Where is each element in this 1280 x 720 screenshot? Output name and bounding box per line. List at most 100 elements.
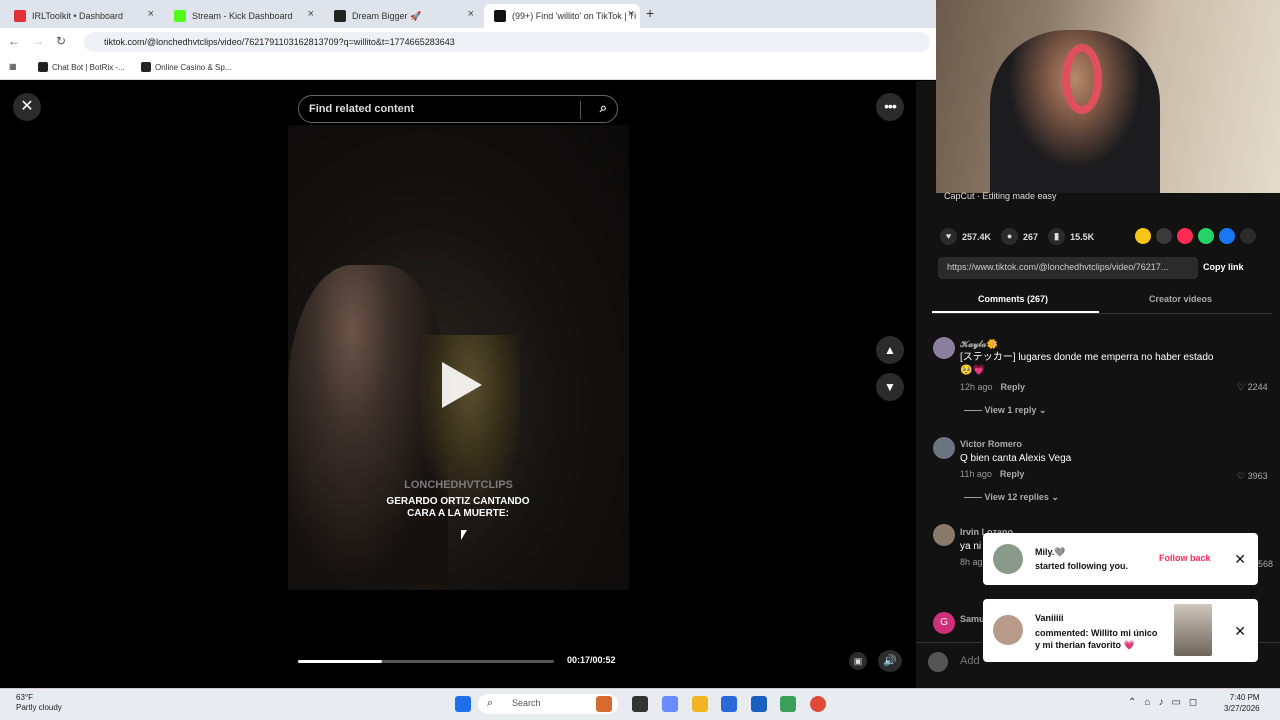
tab-label: IRLToolkit • Dashboard — [32, 11, 124, 21]
avatar[interactable] — [933, 337, 955, 359]
tab-dream-bigger[interactable]: Dream Bigger 🚀 × — [324, 4, 480, 28]
tab-kick-dashboard[interactable]: Stream - Kick Dashboard × — [164, 4, 320, 28]
tab-irltoolkit[interactable]: IRLToolkit • Dashboard × — [4, 4, 160, 28]
search-input[interactable]: Find related content ⌕ — [298, 95, 618, 123]
reload-icon[interactable]: ↻ — [56, 34, 66, 48]
comment-input[interactable]: Add — [960, 655, 980, 667]
tab-comments[interactable]: Comments (267) — [978, 294, 1048, 304]
close-tab-icon[interactable]: × — [468, 8, 474, 20]
comment-like-count: 2244 — [1247, 382, 1268, 392]
comment-user[interactable]: Samu — [960, 614, 985, 624]
share-buttons — [1135, 228, 1256, 244]
apps-grid-icon[interactable]: ▦ — [9, 62, 17, 71]
share-link-field[interactable]: https://www.tiktok.com/@lonchedhvtclips/… — [938, 257, 1198, 279]
previous-video-button[interactable]: ▲ — [876, 336, 904, 364]
comment-notification[interactable]: Vaniiiii commented: Willito mi único y m… — [983, 599, 1258, 662]
follow-notification[interactable]: Mily.🩶 started following you. Follow bac… — [983, 533, 1258, 585]
progress-fill — [298, 660, 383, 663]
back-icon[interactable]: ← — [8, 34, 20, 48]
avatar[interactable] — [933, 524, 955, 546]
like-stat[interactable]: ♥ 257.4K — [940, 228, 991, 245]
search-icon: ⌕ — [487, 697, 494, 709]
copilot-icon[interactable] — [662, 696, 678, 712]
float-player-icon[interactable]: ▣ — [849, 652, 867, 670]
search-divider — [580, 101, 581, 119]
view-replies-button[interactable]: —— View 1 reply ⌄ — [964, 405, 1046, 416]
comment-likes[interactable]: ♡ 3963 — [1237, 471, 1268, 482]
copy-link-button[interactable]: Copy link — [1203, 262, 1244, 272]
video-time: 00:17/00:52 — [567, 655, 616, 665]
comment-likes[interactable]: ♡ 2244 — [1237, 382, 1268, 393]
progress-bar[interactable] — [298, 660, 554, 663]
close-icon[interactable]: ✕ — [1234, 551, 1246, 568]
task-view-icon[interactable] — [632, 696, 648, 712]
taskbar-search-label: Search — [512, 698, 541, 708]
close-tab-icon[interactable]: × — [628, 8, 634, 20]
my-avatar — [928, 652, 948, 672]
weather-widget[interactable]: 63°F Partly cloudy — [16, 693, 62, 713]
forward-icon[interactable]: → — [32, 34, 44, 48]
like-count: 257.4K — [962, 231, 992, 242]
comment-user[interactable]: 𝒦𝒶𝓎𝓁𝒶🌼 — [960, 339, 998, 350]
url-field[interactable]: tiktok.com/@lonchedhvtclips/video/762179… — [84, 32, 930, 52]
battery-icon[interactable]: ▭ — [1171, 697, 1180, 708]
network-icon[interactable]: ⌂ — [1144, 697, 1150, 708]
outlook-icon[interactable] — [751, 696, 767, 712]
clock[interactable]: 7:40 PM 3/27/2026 — [1224, 692, 1260, 714]
chevron-up-icon[interactable]: ⌃ — [1128, 697, 1136, 708]
tab-creator-videos[interactable]: Creator videos — [1149, 294, 1212, 304]
share-arrow-icon[interactable] — [1240, 228, 1256, 244]
comment-line: 🥺💗 — [960, 365, 985, 376]
bookmark-icon: ▮ — [1048, 228, 1066, 245]
volume-icon[interactable]: ♪ — [1158, 697, 1163, 708]
comment-like-count: 3963 — [1247, 471, 1268, 481]
clock-date: 3/27/2026 — [1224, 704, 1260, 713]
close-button[interactable]: ✕ — [13, 93, 41, 121]
notification-user: Mily.🩶 — [1035, 547, 1066, 557]
tab-tiktok[interactable]: (99+) Find 'willito' on TikTok | Ti × — [484, 4, 640, 28]
video-caption: GERARDO ORTIZ CANTANDO CARA A LA MUERTE: — [370, 496, 546, 520]
close-tab-icon[interactable]: × — [148, 8, 154, 20]
botrix-icon — [38, 62, 48, 72]
windows-start-icon[interactable] — [455, 696, 471, 712]
store-icon[interactable] — [721, 696, 737, 712]
facebook-icon[interactable] — [1219, 228, 1235, 244]
file-explorer-icon[interactable] — [692, 696, 708, 712]
play-icon[interactable] — [442, 362, 482, 408]
close-tab-icon[interactable]: × — [308, 8, 314, 20]
embed-icon[interactable] — [1156, 228, 1172, 244]
reply-button[interactable]: Reply — [1001, 382, 1026, 392]
view-replies-button[interactable]: —— View 12 replies ⌄ — [964, 492, 1059, 503]
save-stat[interactable]: ▮ 15.5K — [1048, 228, 1094, 245]
avatar[interactable] — [933, 437, 955, 459]
comment-stat[interactable]: ● 267 — [1001, 228, 1038, 245]
save-count: 15.5K — [1070, 231, 1095, 242]
volume-icon[interactable]: 🔊 — [878, 650, 902, 672]
notification-icon[interactable]: ◻ — [1189, 697, 1197, 708]
whatsapp-icon[interactable] — [1198, 228, 1214, 244]
comment-like-count: 568 — [1258, 559, 1274, 569]
browser-tab-bar: IRLToolkit • Dashboard × Stream - Kick D… — [0, 0, 936, 28]
new-tab-button[interactable]: + — [646, 5, 654, 21]
search-icon[interactable]: ⌕ — [600, 100, 607, 116]
comment-meta: 12h ago Reply — [960, 382, 1025, 392]
more-options-button[interactable]: ••• — [876, 93, 904, 121]
clock-time: 7:40 PM — [1229, 693, 1260, 702]
send-icon[interactable] — [1177, 228, 1193, 244]
chrome-icon[interactable] — [810, 696, 826, 712]
reply-button[interactable]: Reply — [1000, 469, 1025, 479]
avatar[interactable]: G — [933, 612, 955, 634]
app-icon[interactable] — [780, 696, 796, 712]
next-video-button[interactable]: ▼ — [876, 373, 904, 401]
video-thumbnail — [1174, 604, 1212, 656]
bookmark-botrix[interactable]: Chat Bot | BotRix -... — [38, 62, 125, 72]
widget-icon[interactable] — [596, 696, 612, 712]
bookmark-casino[interactable]: Online Casino & Sp... — [141, 62, 231, 72]
comment-user[interactable]: Victor Romero — [960, 439, 1022, 449]
system-tray: ⌃ ⌂ ♪ ▭ ◻ — [1128, 697, 1197, 708]
headset-figure — [1062, 44, 1102, 114]
coin-share-icon[interactable] — [1135, 228, 1151, 244]
close-icon[interactable]: ✕ — [1234, 623, 1246, 640]
ad-label[interactable]: CapCut · Editing made easy — [944, 191, 1057, 201]
follow-back-button[interactable]: Follow back — [1159, 553, 1211, 563]
